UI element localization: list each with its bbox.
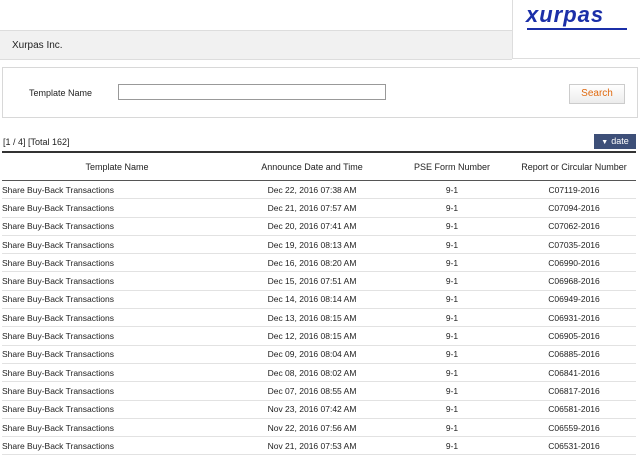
table-row[interactable]: Share Buy-Back Transactions Nov 22, 2016 … bbox=[2, 418, 636, 438]
cell-report-number: C06581-2016 bbox=[512, 400, 636, 419]
cell-announce-date: Dec 12, 2016 08:15 AM bbox=[232, 326, 392, 346]
disclosures-table: Template Name Announce Date and Time PSE… bbox=[2, 151, 636, 456]
cell-form-number: 9-1 bbox=[392, 400, 512, 419]
cell-report-number: C07119-2016 bbox=[512, 180, 636, 200]
cell-report-number: C06949-2016 bbox=[512, 290, 636, 310]
search-button[interactable]: Search bbox=[569, 84, 625, 104]
cell-announce-date: Dec 13, 2016 08:15 AM bbox=[232, 308, 392, 328]
template-name-input[interactable] bbox=[118, 84, 386, 100]
logo-text: xurpas bbox=[526, 2, 605, 27]
cell-template-name[interactable]: Share Buy-Back Transactions bbox=[2, 235, 232, 255]
column-header-announce-date[interactable]: Announce Date and Time bbox=[232, 152, 392, 181]
cell-template-name[interactable]: Share Buy-Back Transactions bbox=[2, 400, 232, 419]
cell-announce-date: Dec 22, 2016 07:38 AM bbox=[232, 180, 392, 200]
table-row[interactable]: Share Buy-Back Transactions Dec 07, 2016 … bbox=[2, 381, 636, 401]
cell-form-number: 9-1 bbox=[392, 363, 512, 383]
cell-report-number: C06905-2016 bbox=[512, 326, 636, 346]
cell-template-name[interactable]: Share Buy-Back Transactions bbox=[2, 345, 232, 364]
table-row[interactable]: Share Buy-Back Transactions Dec 16, 2016 … bbox=[2, 253, 636, 273]
cell-form-number: 9-1 bbox=[392, 217, 512, 236]
cell-announce-date: Dec 07, 2016 08:55 AM bbox=[232, 381, 392, 401]
table-header-row: Template Name Announce Date and Time PSE… bbox=[2, 152, 636, 181]
cell-form-number: 9-1 bbox=[392, 326, 512, 346]
cell-report-number: C06817-2016 bbox=[512, 381, 636, 401]
sort-date-label: date bbox=[611, 136, 629, 146]
cell-form-number: 9-1 bbox=[392, 198, 512, 218]
table-row[interactable]: Share Buy-Back Transactions Dec 09, 2016 … bbox=[2, 345, 636, 364]
table-row[interactable]: Share Buy-Back Transactions Dec 15, 2016 … bbox=[2, 271, 636, 291]
table-row[interactable]: Share Buy-Back Transactions Dec 12, 2016 … bbox=[2, 326, 636, 346]
table-body: Share Buy-Back Transactions Dec 22, 2016 … bbox=[2, 180, 636, 456]
table-row[interactable]: Share Buy-Back Transactions Dec 08, 2016 … bbox=[2, 363, 636, 383]
cell-announce-date: Dec 09, 2016 08:04 AM bbox=[232, 345, 392, 364]
search-panel: Template Name Search bbox=[2, 67, 638, 118]
cell-template-name[interactable]: Share Buy-Back Transactions bbox=[2, 326, 232, 346]
cell-template-name[interactable]: Share Buy-Back Transactions bbox=[2, 363, 232, 383]
cell-announce-date: Nov 22, 2016 07:56 AM bbox=[232, 418, 392, 438]
cell-announce-date: Dec 19, 2016 08:13 AM bbox=[232, 235, 392, 255]
cell-template-name[interactable]: Share Buy-Back Transactions bbox=[2, 381, 232, 401]
cell-template-name[interactable]: Share Buy-Back Transactions bbox=[2, 436, 232, 456]
cell-form-number: 9-1 bbox=[392, 253, 512, 273]
cell-template-name[interactable]: Share Buy-Back Transactions bbox=[2, 198, 232, 218]
column-header-pse-form-number[interactable]: PSE Form Number bbox=[392, 152, 512, 181]
cell-form-number: 9-1 bbox=[392, 308, 512, 328]
table-row[interactable]: Share Buy-Back Transactions Nov 21, 2016 … bbox=[2, 436, 636, 456]
table-row[interactable]: Share Buy-Back Transactions Dec 21, 2016 … bbox=[2, 198, 636, 218]
cell-report-number: C06990-2016 bbox=[512, 253, 636, 273]
table-row[interactable]: Share Buy-Back Transactions Dec 22, 2016 … bbox=[2, 180, 636, 200]
cell-template-name[interactable]: Share Buy-Back Transactions bbox=[2, 271, 232, 291]
cell-form-number: 9-1 bbox=[392, 235, 512, 255]
table-row[interactable]: Share Buy-Back Transactions Dec 19, 2016 … bbox=[2, 235, 636, 255]
cell-announce-date: Dec 15, 2016 07:51 AM bbox=[232, 271, 392, 291]
cell-report-number: C06841-2016 bbox=[512, 363, 636, 383]
sort-date-button[interactable]: ▼ date bbox=[594, 134, 636, 149]
page-header: Xurpas Inc. xurpas bbox=[0, 0, 640, 60]
cell-form-number: 9-1 bbox=[392, 381, 512, 401]
cell-report-number: C06931-2016 bbox=[512, 308, 636, 328]
cell-announce-date: Nov 23, 2016 07:42 AM bbox=[232, 400, 392, 419]
table-row[interactable]: Share Buy-Back Transactions Nov 23, 2016 … bbox=[2, 400, 636, 419]
cell-template-name[interactable]: Share Buy-Back Transactions bbox=[2, 418, 232, 438]
cell-announce-date: Nov 21, 2016 07:53 AM bbox=[232, 436, 392, 456]
cell-form-number: 9-1 bbox=[392, 180, 512, 200]
cell-template-name[interactable]: Share Buy-Back Transactions bbox=[2, 253, 232, 273]
cell-template-name[interactable]: Share Buy-Back Transactions bbox=[2, 308, 232, 328]
company-name: Xurpas Inc. bbox=[12, 40, 63, 51]
cell-announce-date: Dec 16, 2016 08:20 AM bbox=[232, 253, 392, 273]
cell-template-name[interactable]: Share Buy-Back Transactions bbox=[2, 180, 232, 200]
table-row[interactable]: Share Buy-Back Transactions Dec 20, 2016 … bbox=[2, 217, 636, 236]
cell-template-name[interactable]: Share Buy-Back Transactions bbox=[2, 290, 232, 310]
arrow-down-icon: ▼ bbox=[601, 139, 609, 146]
cell-report-number: C06968-2016 bbox=[512, 271, 636, 291]
cell-report-number: C07062-2016 bbox=[512, 217, 636, 236]
company-bar: Xurpas Inc. bbox=[0, 30, 512, 60]
cell-announce-date: Dec 20, 2016 07:41 AM bbox=[232, 217, 392, 236]
template-name-label: Template Name bbox=[29, 88, 93, 98]
cell-announce-date: Dec 21, 2016 07:57 AM bbox=[232, 198, 392, 218]
column-header-report-number[interactable]: Report or Circular Number bbox=[512, 152, 636, 181]
cell-form-number: 9-1 bbox=[392, 345, 512, 364]
logo-underline bbox=[527, 28, 627, 30]
cell-report-number: C06559-2016 bbox=[512, 418, 636, 438]
table-row[interactable]: Share Buy-Back Transactions Dec 13, 2016 … bbox=[2, 308, 636, 328]
logo: xurpas bbox=[512, 0, 640, 59]
cell-form-number: 9-1 bbox=[392, 271, 512, 291]
cell-report-number: C06531-2016 bbox=[512, 436, 636, 456]
table-row[interactable]: Share Buy-Back Transactions Dec 14, 2016 … bbox=[2, 290, 636, 310]
cell-announce-date: Dec 14, 2016 08:14 AM bbox=[232, 290, 392, 310]
cell-form-number: 9-1 bbox=[392, 436, 512, 456]
cell-form-number: 9-1 bbox=[392, 290, 512, 310]
pager-info: [1 / 4] [Total 162] bbox=[3, 137, 70, 147]
cell-report-number: C07094-2016 bbox=[512, 198, 636, 218]
cell-report-number: C06885-2016 bbox=[512, 345, 636, 364]
column-header-template-name[interactable]: Template Name bbox=[2, 152, 232, 181]
cell-report-number: C07035-2016 bbox=[512, 235, 636, 255]
cell-template-name[interactable]: Share Buy-Back Transactions bbox=[2, 217, 232, 236]
cell-announce-date: Dec 08, 2016 08:02 AM bbox=[232, 363, 392, 383]
cell-form-number: 9-1 bbox=[392, 418, 512, 438]
